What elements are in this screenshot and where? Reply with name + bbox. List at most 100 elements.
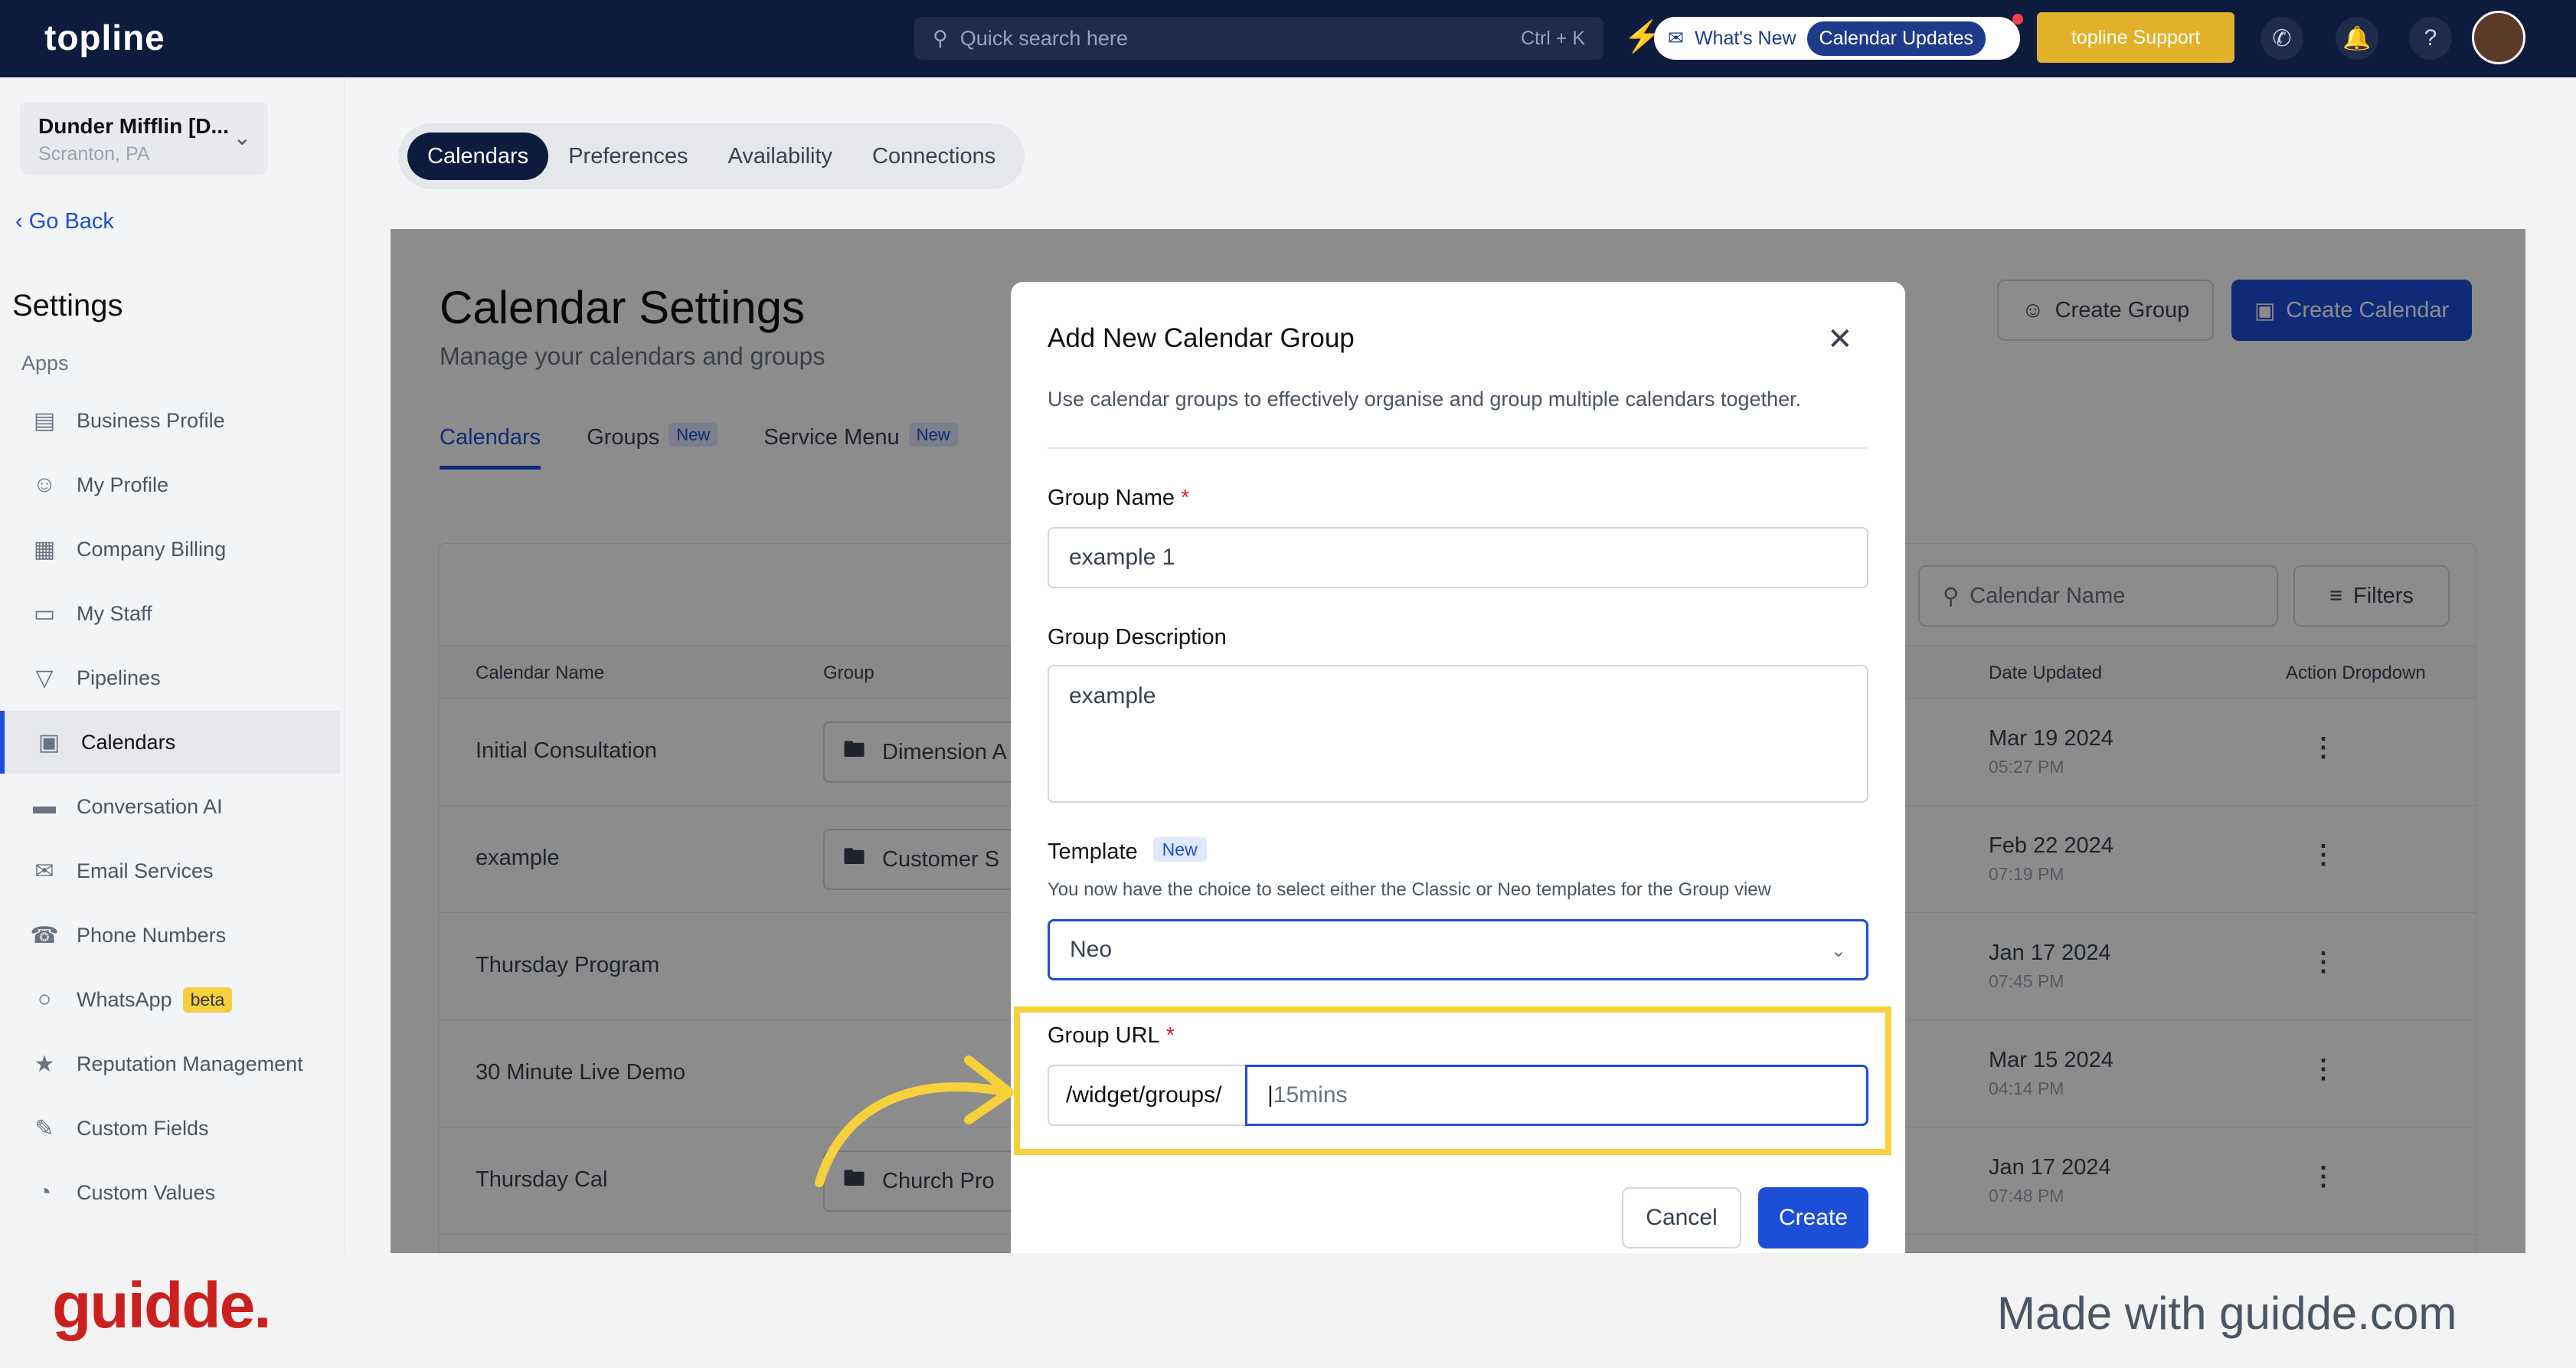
search-icon: ⚲ (933, 26, 948, 50)
beta-badge: beta (182, 987, 233, 1013)
sidebar-item-email-services[interactable]: ✉ Email Services (0, 839, 340, 902)
phone-icon: ☎ (30, 922, 59, 948)
group-url-prefix: /widget/groups/ (1048, 1065, 1247, 1126)
pie-icon: ◔ (37, 1180, 52, 1205)
chat-icon: ▬ (33, 794, 56, 819)
modal-description: Use calendar groups to effectively organ… (1048, 388, 1802, 411)
template-label: Template New (1048, 837, 1207, 865)
user-icon: ☺ (32, 472, 57, 497)
go-back-label: Go Back (28, 209, 114, 234)
footer-banner: guidde. Made with guidde.com (0, 1253, 2576, 1368)
support-button[interactable]: topline Support (2037, 12, 2234, 63)
sidebar-item-label: Email Services (77, 859, 214, 882)
tab-calendars[interactable]: Calendars (407, 133, 549, 180)
group-url-input[interactable]: | 15mins (1245, 1065, 1868, 1126)
whatsapp-icon: ○ (37, 987, 52, 1012)
app-logo[interactable]: topline (44, 17, 165, 58)
funnel-icon: ▽ (35, 665, 54, 691)
sidebar-item-label: WhatsApp (77, 987, 172, 1011)
sidebar-item-label: Pipelines (77, 666, 161, 689)
sidebar-item-whatsapp[interactable]: ○ WhatsApp beta (0, 968, 340, 1031)
chevron-down-icon: ⌄ (233, 126, 251, 149)
email-icon: ✉ (34, 858, 54, 884)
group-name-input[interactable]: example 1 (1048, 527, 1868, 588)
new-badge: New (1152, 837, 1207, 862)
calendar-icon: ▣ (38, 729, 60, 755)
sidebar-item-label: Calendars (81, 730, 176, 754)
sidebar-item-label: My Profile (77, 473, 169, 496)
cancel-button[interactable]: Cancel (1622, 1187, 1741, 1249)
group-description-textarea[interactable]: example (1048, 665, 1868, 803)
group-url-value: 15mins (1273, 1082, 1348, 1108)
calendar-updates-pill[interactable]: Calendar Updates (1806, 21, 1986, 56)
group-url-label: Group URL * (1048, 1023, 1175, 1049)
sidebar-item-conversation-ai[interactable]: ▬ Conversation AI (0, 775, 340, 838)
bell-icon[interactable]: 🔔 (2336, 17, 2378, 60)
account-switcher[interactable]: Dunder Mifflin [D... Scranton, PA ⌄ (20, 102, 268, 175)
monitor-icon: ▭ (33, 601, 56, 627)
sidebar: Dunder Mifflin [D... Scranton, PA ⌄ ‹ Go… (0, 77, 345, 1368)
required-mark: * (1181, 486, 1190, 510)
chevron-left-icon: ‹ (15, 209, 29, 234)
sidebar-item-custom-fields[interactable]: ✎ Custom Fields (0, 1097, 340, 1160)
sidebar-item-business-profile[interactable]: ▤ Business Profile (0, 389, 340, 452)
sidebar-item-custom-values[interactable]: ◔ Custom Values (0, 1161, 340, 1224)
go-back-link[interactable]: ‹ Go Back (15, 209, 114, 234)
group-url-label-text: Group URL (1048, 1023, 1160, 1048)
top-bar: topline ⚲ Quick search here Ctrl + K ⚡ ✉… (0, 0, 2576, 77)
chevron-down-icon: ⌄ (1830, 941, 1846, 961)
template-description: You now have the choice to select either… (1048, 879, 1771, 900)
template-label-text: Template (1048, 839, 1138, 864)
account-name: Dunder Mifflin [D... (38, 114, 229, 138)
briefcase-icon: ▤ (33, 407, 56, 434)
grid-icon: ▦ (33, 536, 56, 562)
notification-dot (2012, 14, 2023, 25)
sidebar-item-label: Conversation AI (77, 794, 223, 818)
template-selected-value: Neo (1070, 937, 1113, 962)
group-description-label: Group Description (1048, 625, 1227, 650)
edit-icon: ✎ (34, 1115, 54, 1141)
divider (1048, 447, 1868, 449)
sidebar-item-calendars[interactable]: ▣ Calendars (0, 711, 340, 774)
add-calendar-group-modal: Add New Calendar Group ✕ Use calendar gr… (1011, 282, 1905, 1253)
whats-new-label: What's New (1694, 27, 1796, 49)
sidebar-item-company-billing[interactable]: ▦ Company Billing (0, 518, 340, 581)
sidebar-item-reputation-management[interactable]: ★ Reputation Management (0, 1033, 340, 1095)
annotation-arrow (815, 1055, 1014, 1187)
guidde-logo: guidde. (52, 1269, 272, 1341)
apps-label: Apps (21, 352, 69, 375)
required-mark: * (1165, 1023, 1175, 1048)
made-with-text: Made with guidde.com (1997, 1288, 2457, 1339)
settings-tabs: Calendars Preferences Availability Conne… (398, 123, 1025, 189)
settings-heading: Settings (12, 289, 123, 322)
account-location: Scranton, PA (38, 143, 150, 165)
sidebar-item-label: My Staff (77, 601, 152, 625)
tab-connections[interactable]: Connections (852, 133, 1015, 180)
user-avatar[interactable] (2472, 11, 2525, 64)
star-icon: ★ (34, 1051, 55, 1077)
sidebar-item-label: Reputation Management (77, 1052, 303, 1075)
close-icon[interactable]: ✕ (1827, 322, 1853, 357)
group-name-label: Group Name * (1048, 486, 1189, 511)
sidebar-item-label: Business Profile (77, 408, 225, 432)
tab-availability[interactable]: Availability (708, 133, 852, 180)
tab-preferences[interactable]: Preferences (548, 133, 708, 180)
modal-title: Add New Calendar Group (1048, 323, 1355, 353)
search-shortcut: Ctrl + K (1520, 27, 1585, 49)
text-cursor: | (1267, 1082, 1273, 1108)
sidebar-item-label: Custom Fields (77, 1116, 209, 1140)
sidebar-item-pipelines[interactable]: ▽ Pipelines (0, 646, 340, 709)
create-button[interactable]: Create (1758, 1187, 1868, 1249)
sidebar-item-my-staff[interactable]: ▭ My Staff (0, 582, 340, 645)
template-select[interactable]: Neo ⌄ (1048, 919, 1868, 980)
whats-new-button[interactable]: ✉ What's New Calendar Updates (1654, 14, 2023, 60)
announcement-icon: ✉ (1668, 28, 1684, 49)
quick-search-placeholder: Quick search here (959, 26, 1128, 50)
sidebar-item-label: Company Billing (77, 537, 227, 561)
quick-search[interactable]: ⚲ Quick search here Ctrl + K (914, 17, 1603, 60)
help-icon[interactable]: ? (2409, 17, 2452, 60)
phone-icon[interactable]: ✆ (2261, 17, 2303, 60)
sidebar-item-phone-numbers[interactable]: ☎ Phone Numbers (0, 904, 340, 967)
sidebar-item-my-profile[interactable]: ☺ My Profile (0, 453, 340, 516)
sidebar-item-label: Custom Values (77, 1180, 216, 1204)
